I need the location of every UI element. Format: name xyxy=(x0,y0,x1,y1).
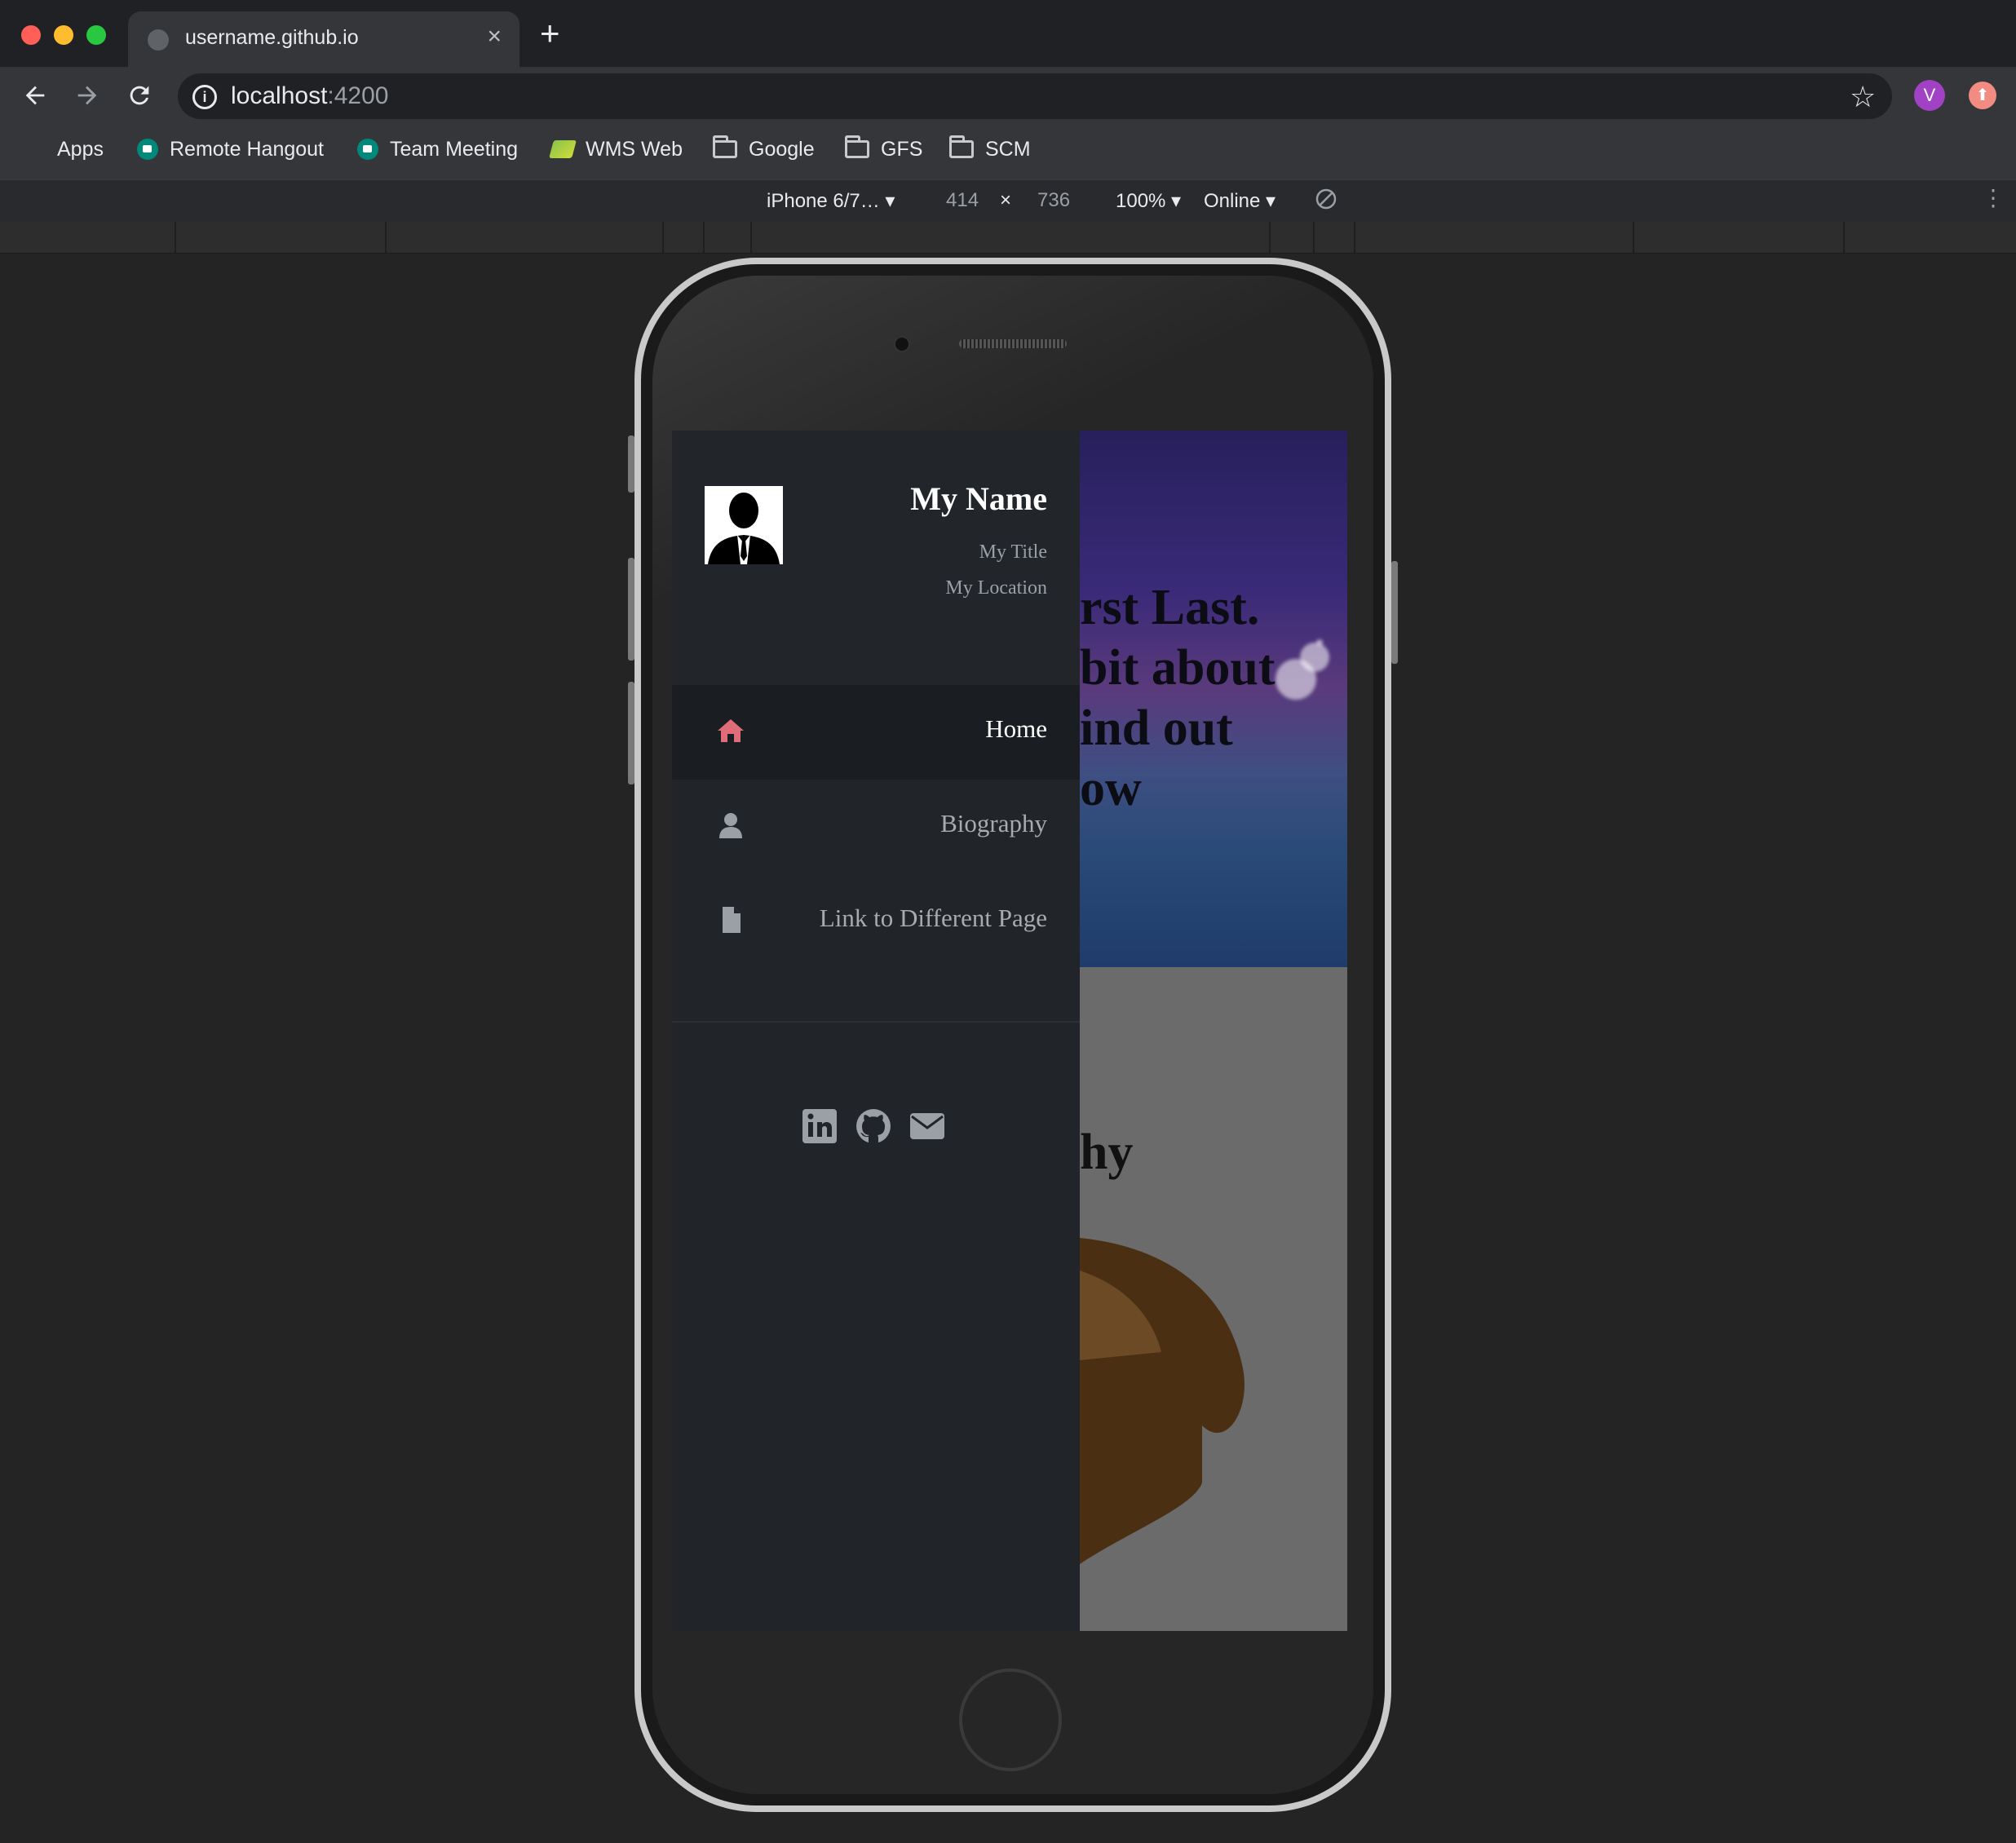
profile-location: My Location xyxy=(945,577,1047,599)
user-icon xyxy=(719,813,742,838)
folder-icon xyxy=(713,135,737,158)
dimension-separator: × xyxy=(1000,189,1012,211)
bookmark-label: SCM xyxy=(985,137,1031,161)
nav-item-label: Home xyxy=(985,714,1047,743)
media-query-ruler xyxy=(0,222,2016,254)
device-width-input[interactable]: 414 xyxy=(946,189,979,212)
url-text[interactable]: localhost:4200 xyxy=(231,82,388,110)
bookmark-wms-web[interactable]: WMS Web xyxy=(549,135,683,163)
linkedin-icon[interactable] xyxy=(801,1107,838,1145)
bookmark-label: WMS Web xyxy=(586,137,683,161)
businessman-icon xyxy=(708,493,780,564)
bookmark-scm[interactable]: SCM xyxy=(949,135,1031,163)
mute-switch xyxy=(628,435,634,493)
rotate-icon[interactable] xyxy=(1315,188,1337,210)
camera-icon xyxy=(894,336,910,352)
forward-button[interactable] xyxy=(73,82,101,114)
profile-avatar xyxy=(705,486,783,564)
globe-icon xyxy=(148,29,169,51)
close-window-button[interactable] xyxy=(21,25,41,45)
home-icon xyxy=(718,719,744,742)
nav-item-label: Link to Different Page xyxy=(819,904,1047,932)
nav-divider xyxy=(672,1021,1080,1023)
biography-heading: hy xyxy=(1080,1125,1134,1180)
bookmark-label: Team Meeting xyxy=(390,137,519,161)
minimize-window-button[interactable] xyxy=(54,25,73,45)
bookmark-gfs[interactable]: GFS xyxy=(845,135,922,163)
bookmark-remote-hangout[interactable]: Remote Hangout xyxy=(137,135,324,163)
device-screen: rst Last. bit about ind out ow hy My Nam… xyxy=(672,431,1347,1631)
hero-heading: rst Last. bit about ind out ow xyxy=(1080,580,1275,816)
bookmark-apps[interactable]: Apps xyxy=(24,135,104,163)
profile-name: My Name xyxy=(910,480,1047,517)
file-icon xyxy=(723,907,741,933)
zoom-select[interactable]: 100% ▾ xyxy=(1116,189,1181,213)
bookmark-google[interactable]: Google xyxy=(713,135,815,163)
bookmark-label: Remote Hangout xyxy=(170,137,325,161)
bookmark-star-icon[interactable]: ☆ xyxy=(1850,80,1876,114)
profile-title: My Title xyxy=(979,541,1047,563)
volume-down-button xyxy=(628,682,634,784)
arrow-left-icon xyxy=(25,86,45,105)
folder-icon xyxy=(949,135,974,158)
address-bar[interactable] xyxy=(178,73,1892,119)
apps-grid-icon xyxy=(24,139,46,160)
bookmark-label: Apps xyxy=(57,137,104,161)
maximize-window-button[interactable] xyxy=(86,25,106,45)
biography-image xyxy=(1080,1238,1245,1564)
bookmark-team-meeting[interactable]: Team Meeting xyxy=(357,135,518,163)
envelope-icon[interactable] xyxy=(909,1107,946,1145)
bookmark-label: GFS xyxy=(881,137,923,161)
extension-icon[interactable]: ⬆ xyxy=(1969,82,1996,109)
device-select[interactable]: iPhone 6/7… ▾ xyxy=(767,189,895,213)
info-icon[interactable]: i xyxy=(192,85,217,109)
wms-icon xyxy=(549,140,577,158)
browser-tab[interactable]: username.github.io × xyxy=(128,11,519,67)
google-meet-icon xyxy=(137,139,158,160)
more-options-icon[interactable]: ⋮ xyxy=(1982,184,2005,211)
reload-icon xyxy=(130,86,149,105)
nav-item-label: Biography xyxy=(940,809,1047,838)
network-throttle-select[interactable]: Online ▾ xyxy=(1204,189,1275,213)
power-button xyxy=(1391,561,1398,664)
profile-header: My Name My Title My Location xyxy=(672,431,1080,686)
folder-icon xyxy=(845,135,869,158)
close-tab-icon[interactable]: × xyxy=(487,23,502,51)
google-meet-icon xyxy=(357,139,378,160)
arrow-right-icon xyxy=(77,86,97,105)
volume-up-button xyxy=(628,558,634,661)
nav-item-biography[interactable]: Biography xyxy=(672,780,1080,874)
nav-item-home[interactable]: Home xyxy=(672,685,1080,780)
tab-title: username.github.io xyxy=(185,26,359,49)
back-button[interactable] xyxy=(21,82,49,114)
new-tab-button[interactable]: + xyxy=(540,16,560,51)
home-button[interactable] xyxy=(959,1668,1062,1771)
side-nav: My Name My Title My Location Home Biogra… xyxy=(672,431,1080,1631)
bookmark-label: Google xyxy=(749,137,815,161)
nav-item-link-different-page[interactable]: Link to Different Page xyxy=(672,874,1080,969)
speaker-grille xyxy=(959,339,1067,348)
github-icon[interactable] xyxy=(855,1107,892,1145)
reload-button[interactable] xyxy=(126,82,153,114)
device-height-input[interactable]: 736 xyxy=(1037,189,1070,212)
profile-avatar[interactable]: V xyxy=(1914,80,1945,111)
